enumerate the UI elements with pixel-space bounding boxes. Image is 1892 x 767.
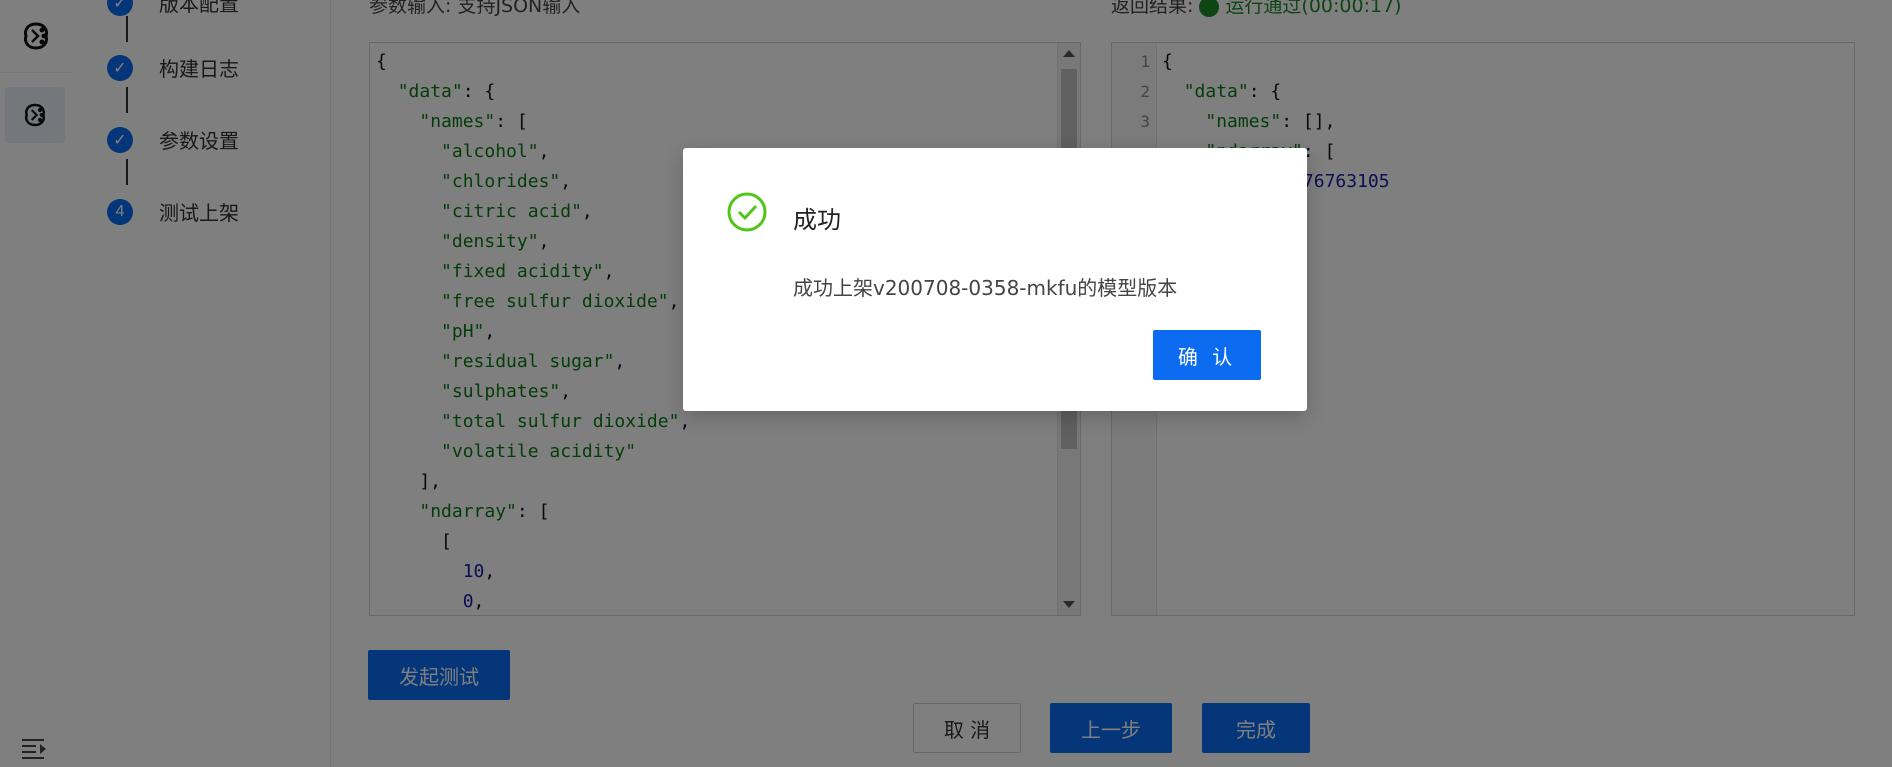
success-check-circle-icon <box>727 192 767 232</box>
dialog-message: 成功上架v200708-0358-mkfu的模型版本 <box>793 276 1178 300</box>
dialog-title: 成功 <box>793 206 841 234</box>
confirm-button[interactable]: 确 认 <box>1153 330 1261 380</box>
success-dialog: 成功 成功上架v200708-0358-mkfu的模型版本 确 认 <box>683 148 1307 411</box>
